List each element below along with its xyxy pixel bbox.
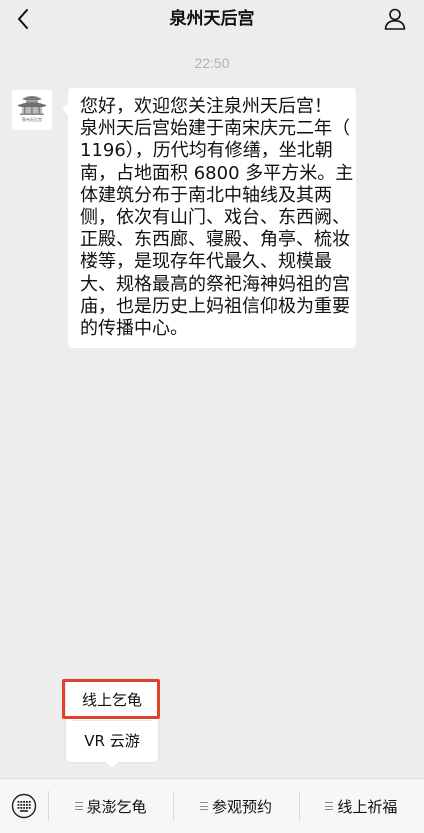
- message-line: 正殿、东西廊、寝殿、角亭、梳妆: [80, 229, 350, 251]
- menu-item-label: 泉澎乞龟: [86, 797, 147, 816]
- submenu-item-vr-tour[interactable]: VR 云游: [66, 721, 158, 762]
- menu-lines-icon: [199, 802, 208, 810]
- page-title: 泉州天后宫: [169, 9, 255, 29]
- message-bubble: 您好，欢迎您关注泉州天后宫！ 泉州天后宫始建于南宋庆元二年（ 1196），历代均…: [62, 88, 356, 349]
- keyboard-toggle-button[interactable]: [0, 779, 48, 833]
- menu-item-label: 参观预约: [211, 797, 272, 816]
- message-line: 您好，欢迎您关注泉州天后宫！: [80, 96, 332, 117]
- submenu-pointer: [106, 762, 118, 768]
- temple-logo-icon: [17, 96, 47, 115]
- menu-item-visit-booking[interactable]: 参观预约: [173, 779, 298, 833]
- message-line: 南，占地面积 6800 多平方米。主: [80, 162, 354, 184]
- message-line: 楼等，是现存年代最久、规模最: [80, 251, 332, 273]
- message-line: 1196），历代均有修缮，坐北朝: [80, 140, 333, 162]
- back-button[interactable]: [8, 4, 38, 34]
- message-line: 庙，也是历史上妈祖信仰极为重要: [80, 295, 350, 317]
- profile-button[interactable]: [382, 6, 408, 32]
- menu-lines-icon: [74, 802, 83, 810]
- menu-divider: [298, 791, 300, 821]
- message-line: 大、规格最高的祭祀海神妈祖的宫: [80, 273, 350, 295]
- menu-item-quanpeng-turtle[interactable]: 泉澎乞龟: [48, 779, 173, 833]
- menu-lines-icon: [325, 802, 334, 810]
- chevron-left-icon: [18, 9, 28, 29]
- avatar-logo-text: 泉州天后宫: [22, 117, 42, 122]
- person-icon: [384, 8, 406, 30]
- keyboard-icon: [11, 793, 37, 819]
- menu-item-online-prayer[interactable]: 线上祈福: [298, 779, 424, 833]
- bottom-menu-bar: 泉澎乞龟 参观预约 线上祈福: [0, 778, 424, 833]
- message-line: 体建筑分布于南北中轴线及其两: [80, 184, 332, 206]
- highlight-box: [62, 679, 160, 719]
- message-timestamp: 22:50: [194, 55, 230, 71]
- message-line: 侧，依次有山门、戏台、东西阙、: [80, 206, 350, 228]
- message-line: 的传播中心。: [80, 317, 188, 339]
- message-line: 泉州天后宫始建于南宋庆元二年（: [80, 118, 350, 140]
- sender-avatar[interactable]: 泉州天后宫: [12, 90, 52, 130]
- top-nav-bar: 泉州天后宫: [0, 0, 424, 38]
- menu-item-label: 线上祈福: [337, 797, 398, 816]
- menu-divider: [173, 791, 175, 821]
- bubble-tail: [62, 103, 68, 115]
- menu-divider: [48, 791, 49, 821]
